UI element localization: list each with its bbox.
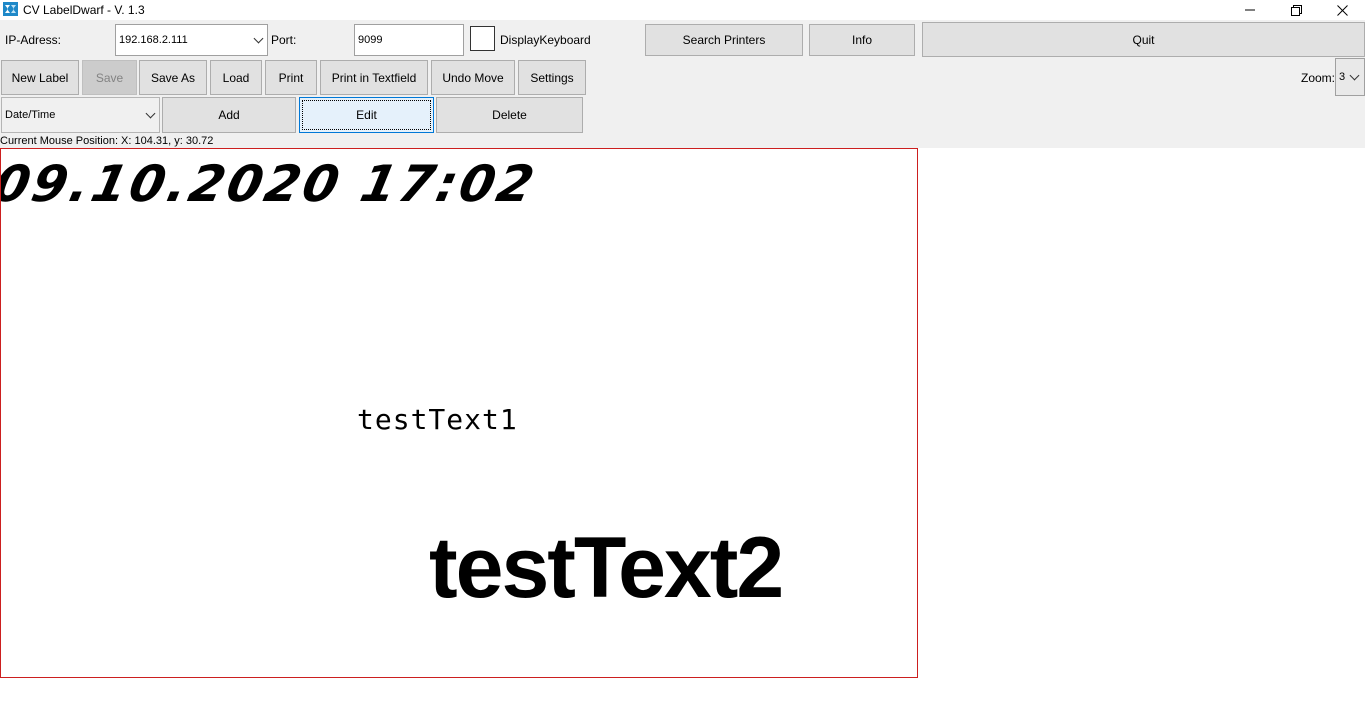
- print-button[interactable]: Print: [265, 60, 317, 95]
- save-as-button[interactable]: Save As: [139, 60, 207, 95]
- close-icon: [1336, 4, 1348, 16]
- undo-move-button[interactable]: Undo Move: [431, 60, 515, 95]
- title-bar: CV LabelDwarf - V. 1.3: [0, 0, 1365, 20]
- label-item-datetime[interactable]: 09.10.2020 17:02: [1, 155, 542, 213]
- label-item-text1[interactable]: testText1: [357, 403, 518, 436]
- minimize-button[interactable]: [1227, 0, 1273, 20]
- port-input[interactable]: 9099: [354, 24, 464, 56]
- new-label-button[interactable]: New Label: [1, 60, 79, 95]
- minimize-icon: [1245, 9, 1255, 11]
- ip-address-label: IP-Adress:: [5, 33, 62, 47]
- search-printers-button[interactable]: Search Printers: [645, 24, 803, 56]
- save-button[interactable]: Save: [82, 60, 137, 95]
- ip-address-combobox[interactable]: 192.168.2.111: [115, 24, 268, 56]
- window-title: CV LabelDwarf - V. 1.3: [23, 3, 145, 17]
- chevron-down-icon: [1349, 70, 1360, 81]
- zoom-label: Zoom:: [1301, 71, 1336, 85]
- settings-button[interactable]: Settings: [518, 60, 586, 95]
- port-label: Port:: [271, 33, 297, 47]
- info-button[interactable]: Info: [809, 24, 915, 56]
- element-type-value: Date/Time: [5, 109, 56, 121]
- restore-icon: [1290, 4, 1302, 16]
- close-button[interactable]: [1319, 0, 1365, 20]
- display-keyboard-label: DisplayKeyboard: [500, 33, 591, 47]
- edit-button[interactable]: Edit: [299, 97, 434, 133]
- zoom-combobox[interactable]: 3: [1335, 58, 1365, 96]
- quit-button[interactable]: Quit: [922, 22, 1365, 57]
- restore-button[interactable]: [1273, 0, 1319, 20]
- label-item-text2[interactable]: testText2: [429, 519, 784, 618]
- focus-outline: [302, 100, 431, 130]
- load-button[interactable]: Load: [210, 60, 262, 95]
- chevron-down-icon: [253, 33, 264, 44]
- app-icon: [3, 2, 18, 16]
- zoom-value: 3: [1339, 71, 1346, 83]
- element-type-combobox[interactable]: Date/Time: [1, 97, 160, 133]
- delete-button[interactable]: Delete: [436, 97, 583, 133]
- label-canvas[interactable]: 09.10.2020 17:02 testText1 testText2: [0, 148, 918, 678]
- chevron-down-icon: [145, 108, 156, 119]
- ip-address-value: 192.168.2.111: [119, 34, 188, 46]
- add-button[interactable]: Add: [162, 97, 296, 133]
- port-value: 9099: [358, 34, 383, 46]
- display-keyboard-checkbox[interactable]: [470, 26, 495, 51]
- mouse-position-status: Current Mouse Position: X: 104.31, y: 30…: [0, 135, 214, 147]
- print-in-textfield-button[interactable]: Print in Textfield: [320, 60, 428, 95]
